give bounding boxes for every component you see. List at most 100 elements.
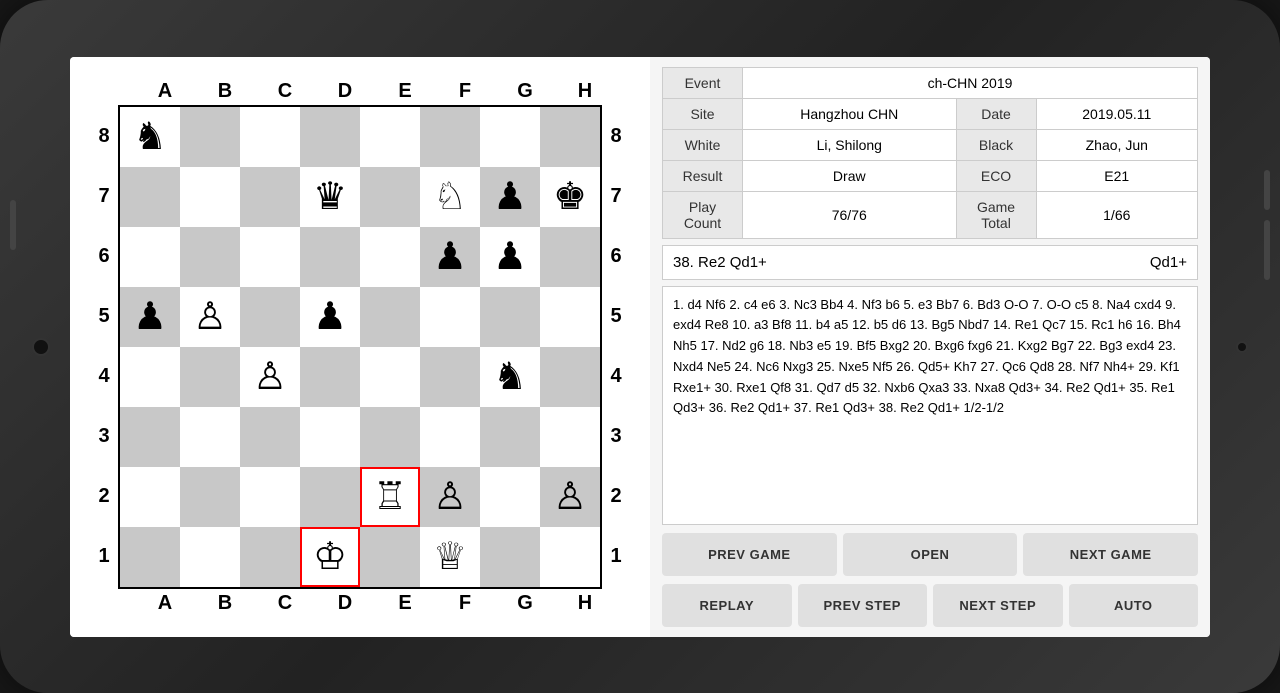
cell-h1[interactable] — [540, 527, 600, 587]
cell-d1[interactable]: ♔ — [300, 527, 360, 587]
cell-b6[interactable] — [180, 227, 240, 287]
cell-g1[interactable] — [480, 527, 540, 587]
site-row: Site Hangzhou CHN Date 2019.05.11 — [663, 98, 1198, 129]
cell-c6[interactable] — [240, 227, 300, 287]
col-label-d-bot: D — [315, 589, 375, 617]
cell-h7[interactable]: ♚ — [540, 167, 600, 227]
cell-a6[interactable] — [120, 227, 180, 287]
cell-e2[interactable]: ♖ — [360, 467, 420, 527]
phone-outer: A B C D E F G H 8 7 6 5 4 — [0, 0, 1280, 693]
cell-a2[interactable] — [120, 467, 180, 527]
col-label-h: H — [555, 77, 615, 105]
cell-g3[interactable] — [480, 407, 540, 467]
cell-b2[interactable] — [180, 467, 240, 527]
row-8-left: 8 — [90, 107, 118, 167]
cell-h5[interactable] — [540, 287, 600, 347]
cell-h8[interactable] — [540, 107, 600, 167]
cell-c1[interactable] — [240, 527, 300, 587]
play-count-value: 76/76 — [743, 191, 957, 238]
cell-b3[interactable] — [180, 407, 240, 467]
row-7-left: 7 — [90, 167, 118, 227]
cell-e4[interactable] — [360, 347, 420, 407]
cell-c7[interactable] — [240, 167, 300, 227]
row-7-right: 7 — [602, 167, 630, 227]
cell-f8[interactable] — [420, 107, 480, 167]
cell-a8[interactable]: ♞ — [120, 107, 180, 167]
cell-a3[interactable] — [120, 407, 180, 467]
prev-game-button[interactable]: PREV GAME — [662, 533, 837, 576]
cell-e8[interactable] — [360, 107, 420, 167]
eco-label: ECO — [956, 160, 1036, 191]
cell-b1[interactable] — [180, 527, 240, 587]
cell-a1[interactable] — [120, 527, 180, 587]
replay-button[interactable]: REPLAY — [662, 584, 792, 627]
next-step-button[interactable]: NEXT STEP — [933, 584, 1063, 627]
cell-d2[interactable] — [300, 467, 360, 527]
date-label: Date — [956, 98, 1036, 129]
cell-b5[interactable]: ♙ — [180, 287, 240, 347]
cell-g7[interactable]: ♟ — [480, 167, 540, 227]
row-6-left: 6 — [90, 227, 118, 287]
event-label: Event — [663, 67, 743, 98]
cell-b4[interactable] — [180, 347, 240, 407]
row-6-right: 6 — [602, 227, 630, 287]
cell-c5[interactable] — [240, 287, 300, 347]
cell-d6[interactable] — [300, 227, 360, 287]
cell-d4[interactable] — [300, 347, 360, 407]
col-label-h-bot: H — [555, 589, 615, 617]
row-3-left: 3 — [90, 407, 118, 467]
row-2-left: 2 — [90, 467, 118, 527]
cell-e7[interactable] — [360, 167, 420, 227]
cell-f2[interactable]: ♙ — [420, 467, 480, 527]
col-label-f: F — [435, 77, 495, 105]
cell-h6[interactable] — [540, 227, 600, 287]
cell-d7[interactable]: ♛ — [300, 167, 360, 227]
cell-d5[interactable]: ♟ — [300, 287, 360, 347]
cell-c3[interactable] — [240, 407, 300, 467]
cell-b8[interactable] — [180, 107, 240, 167]
cell-g5[interactable] — [480, 287, 540, 347]
cell-c8[interactable] — [240, 107, 300, 167]
buttons-row-1: PREV GAME OPEN NEXT GAME — [662, 533, 1198, 576]
cell-f6[interactable]: ♟ — [420, 227, 480, 287]
cell-c4[interactable]: ♙ — [240, 347, 300, 407]
cell-g4[interactable]: ♞ — [480, 347, 540, 407]
board-wrapper: A B C D E F G H 8 7 6 5 4 — [90, 77, 630, 617]
cell-e1[interactable] — [360, 527, 420, 587]
cell-a5[interactable]: ♟ — [120, 287, 180, 347]
cell-g8[interactable] — [480, 107, 540, 167]
cell-g2[interactable] — [480, 467, 540, 527]
auto-button[interactable]: AUTO — [1069, 584, 1199, 627]
col-label-b-bot: B — [195, 589, 255, 617]
open-button[interactable]: OPEN — [843, 533, 1018, 576]
cell-f3[interactable] — [420, 407, 480, 467]
cell-e5[interactable] — [360, 287, 420, 347]
cell-d8[interactable] — [300, 107, 360, 167]
cell-d3[interactable] — [300, 407, 360, 467]
prev-step-button[interactable]: PREV STEP — [798, 584, 928, 627]
cell-b7[interactable] — [180, 167, 240, 227]
cell-h3[interactable] — [540, 407, 600, 467]
cell-e3[interactable] — [360, 407, 420, 467]
cell-e6[interactable] — [360, 227, 420, 287]
col-label-a-bot: A — [135, 589, 195, 617]
cell-a7[interactable] — [120, 167, 180, 227]
col-label-c-bot: C — [255, 589, 315, 617]
cell-g6[interactable]: ♟ — [480, 227, 540, 287]
cell-f4[interactable] — [420, 347, 480, 407]
date-value: 2019.05.11 — [1036, 98, 1197, 129]
front-camera — [32, 338, 50, 356]
result-row: Result Draw ECO E21 — [663, 160, 1198, 191]
cell-h2[interactable]: ♙ — [540, 467, 600, 527]
cell-h4[interactable] — [540, 347, 600, 407]
chess-board-section: A B C D E F G H 8 7 6 5 4 — [70, 57, 650, 637]
next-game-button[interactable]: NEXT GAME — [1023, 533, 1198, 576]
cell-f7[interactable]: ♘ — [420, 167, 480, 227]
cell-f1[interactable]: ♕ — [420, 527, 480, 587]
eco-value: E21 — [1036, 160, 1197, 191]
cell-f5[interactable] — [420, 287, 480, 347]
cell-c2[interactable] — [240, 467, 300, 527]
cell-a4[interactable] — [120, 347, 180, 407]
pgn-text: 1. d4 Nf6 2. c4 e6 3. Nc3 Bb4 4. Nf3 b6 … — [662, 286, 1198, 525]
row-labels-left: 8 7 6 5 4 3 2 1 — [90, 107, 118, 587]
